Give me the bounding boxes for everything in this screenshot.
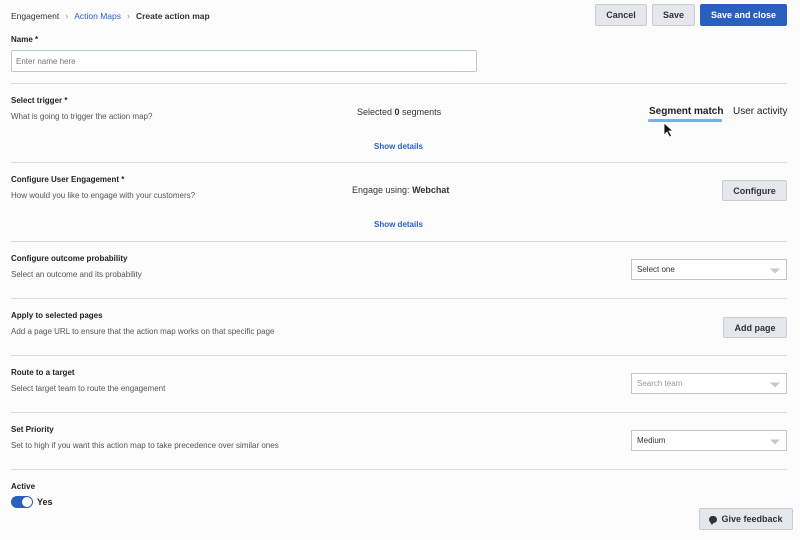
- pages-label: Apply to selected pages: [11, 311, 103, 320]
- selected-segments-text: Selected 0 segments: [357, 107, 442, 117]
- outcome-select-value: Select one: [637, 265, 675, 274]
- top-bar: Engagement › Action Maps › Create action…: [0, 0, 800, 30]
- tab-user-activity[interactable]: User activity: [733, 106, 787, 117]
- breadcrumb-action-maps[interactable]: Action Maps: [74, 11, 121, 21]
- add-page-button[interactable]: Add page: [723, 317, 787, 338]
- active-label: Active: [11, 482, 36, 491]
- divider: [11, 298, 787, 299]
- outcome-select[interactable]: Select one: [631, 259, 787, 280]
- chevron-down-icon: [770, 439, 780, 444]
- breadcrumb-engagement[interactable]: Engagement: [11, 11, 59, 21]
- priority-select-value: Medium: [637, 436, 666, 445]
- divider: [11, 355, 787, 356]
- search-team-select[interactable]: Search team: [631, 373, 787, 394]
- engagement-description: How would you like to engage with your c…: [11, 191, 196, 200]
- divider: [11, 412, 787, 413]
- engage-using-text: Engage using: Webchat: [352, 185, 450, 195]
- active-tab-indicator: [648, 119, 722, 122]
- divider: [11, 162, 787, 163]
- pages-description: Add a page URL to ensure that the action…: [11, 327, 275, 336]
- cancel-button[interactable]: Cancel: [595, 4, 647, 26]
- name-label: Name *: [11, 35, 39, 44]
- breadcrumb: Engagement › Action Maps › Create action…: [11, 11, 210, 21]
- engage-channel: Webchat: [412, 185, 450, 195]
- breadcrumb-separator-icon: ›: [126, 11, 130, 21]
- save-button[interactable]: Save: [652, 4, 695, 26]
- toggle-knob: [22, 497, 32, 507]
- priority-description: Set to high if you want this action map …: [11, 441, 279, 450]
- chevron-down-icon: [770, 268, 780, 273]
- divider: [11, 83, 787, 84]
- divider: [11, 469, 787, 470]
- engagement-label: Configure User Engagement *: [11, 175, 125, 184]
- configure-button[interactable]: Configure: [722, 180, 787, 201]
- mouse-cursor-icon: [663, 122, 675, 138]
- trigger-label: Select trigger *: [11, 96, 68, 105]
- trigger-show-details-link[interactable]: Show details: [374, 142, 423, 151]
- priority-select[interactable]: Medium: [631, 430, 787, 451]
- search-team-placeholder: Search team: [637, 379, 683, 388]
- engagement-show-details-link[interactable]: Show details: [374, 220, 423, 229]
- selected-segments-count: 0: [394, 107, 400, 117]
- give-feedback-label: Give feedback: [721, 514, 783, 524]
- outcome-label: Configure outcome probability: [11, 254, 128, 263]
- name-input[interactable]: [11, 50, 477, 72]
- breadcrumb-current: Create action map: [135, 11, 210, 21]
- give-feedback-button[interactable]: Give feedback: [699, 508, 793, 530]
- chat-bubble-icon: [709, 515, 718, 525]
- active-toggle[interactable]: [11, 496, 33, 508]
- breadcrumb-separator-icon: ›: [65, 11, 69, 21]
- route-label: Route to a target: [11, 368, 75, 377]
- tab-segment-match[interactable]: Segment match: [649, 106, 723, 117]
- outcome-description: Select an outcome and its probability: [11, 270, 142, 279]
- divider: [11, 241, 787, 242]
- priority-label: Set Priority: [11, 425, 54, 434]
- route-description: Select target team to route the engageme…: [11, 384, 166, 393]
- chevron-down-icon: [770, 382, 780, 387]
- active-toggle-label: Yes: [37, 497, 53, 507]
- trigger-description: What is going to trigger the action map?: [11, 112, 153, 121]
- save-and-close-button[interactable]: Save and close: [700, 4, 787, 26]
